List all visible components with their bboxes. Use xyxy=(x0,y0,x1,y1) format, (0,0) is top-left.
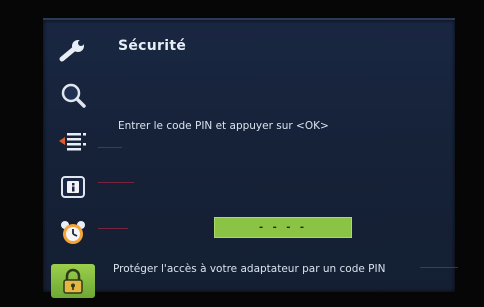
help-text: Protéger l'accès à votre adaptateur par … xyxy=(113,263,386,275)
sidebar-item-settings[interactable] xyxy=(51,34,95,68)
tv-menu-screen: Sécurité Entrer le code PIN et appuyer s… xyxy=(43,18,455,298)
pin-input-field[interactable]: - - - - xyxy=(214,217,352,238)
sidebar-item-info[interactable] xyxy=(51,170,95,204)
scanline-artifact xyxy=(420,267,458,268)
scanline-artifact xyxy=(98,182,134,183)
scanline-artifact xyxy=(98,147,122,148)
alarm-clock-icon xyxy=(61,221,85,244)
sidebar-item-security[interactable] xyxy=(51,264,95,298)
magnifier-icon xyxy=(61,83,86,108)
padlock-icon xyxy=(63,268,83,294)
channel-list-icon xyxy=(59,133,86,151)
sidebar-item-channels[interactable] xyxy=(51,124,95,158)
pin-instruction: Entrer le code PIN et appuyer sur <OK> xyxy=(118,120,329,132)
wrench-icon xyxy=(59,40,84,62)
sidebar-item-timer[interactable] xyxy=(51,216,95,250)
scanline-artifact xyxy=(98,228,128,229)
info-icon xyxy=(61,176,85,198)
page-title: Sécurité xyxy=(118,38,187,54)
sidebar-item-search[interactable] xyxy=(51,78,95,112)
